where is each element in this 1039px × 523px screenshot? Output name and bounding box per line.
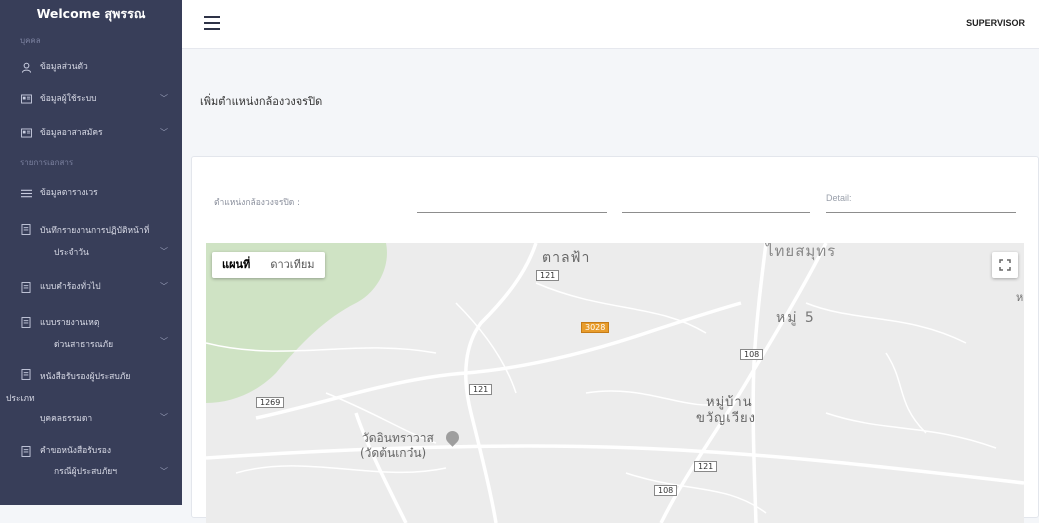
section-label-person: บุคคล: [20, 36, 41, 45]
chevron-down-icon: ﹀: [160, 247, 168, 256]
sidebar-item-schedule[interactable]: ข้อมูลตารางเวร: [0, 178, 182, 208]
sidebar-item-label: บันทึกรายงานการปฏิบัติหน้าที่: [40, 226, 150, 236]
sidebar: Welcome สุพรรณ บุคคล ข้อมูลส่วนตัว ข้อมู…: [0, 0, 182, 505]
id-card-icon: [20, 127, 32, 139]
user-icon: [20, 61, 32, 73]
welcome-text: Welcome สุพรรณ: [36, 6, 146, 21]
map-place-label: ตาลฟ้า: [542, 250, 591, 266]
list-icon: [20, 187, 32, 199]
detail-input[interactable]: [826, 212, 1016, 213]
page-header: เพิ่มตำแหน่งกล้องวงจรปิด: [182, 49, 1039, 150]
sidebar-item-profile[interactable]: ข้อมูลส่วนตัว: [0, 52, 182, 82]
id-card-icon: [20, 93, 32, 105]
chevron-down-icon: ﹀: [160, 413, 168, 422]
sidebar-item-label: แบบคำร้องทั่วไป: [40, 282, 101, 292]
sidebar-item-sublabel: ประจำวัน: [54, 248, 89, 258]
road-shield: 121: [469, 384, 493, 395]
sidebar-item-victim-certificate[interactable]: หนังสือรับรองผู้ประสบภัย ประเภท บุคคลธรร…: [0, 361, 182, 424]
chevron-down-icon: ﹀: [160, 337, 168, 346]
document-icon: [20, 368, 32, 380]
sidebar-item-label: คำขอหนังสือรับรอง: [40, 446, 112, 456]
top-bar: SUPERVISOR: [182, 0, 1039, 49]
map-view[interactable]: ตาลฟ้า ไทยสมุทร หมู่ 5 หมู่บ้าน ขวัญเวีย…: [206, 243, 1024, 523]
road-shield: 1269: [256, 397, 285, 408]
fullscreen-icon: [999, 259, 1011, 271]
sidebar-item-general-request[interactable]: แบบคำร้องทั่วไป ﹀: [0, 269, 182, 305]
document-icon: [20, 316, 32, 328]
page-title: เพิ่มตำแหน่งกล้องวงจรปิด: [200, 95, 323, 108]
sidebar-item-sublabel: กรณีผู้ประสบภัยฯ: [54, 467, 118, 477]
sidebar-item-certificate-request[interactable]: คำขอหนังสือรับรอง กรณีผู้ประสบภัยฯ ﹀: [0, 433, 182, 483]
section-label-docs: รายการเอกสาร: [20, 158, 74, 167]
sidebar-item-label: ข้อมูลตารางเวร: [40, 188, 98, 198]
map-type-satellite-button[interactable]: ดาวเทียม: [260, 252, 324, 278]
map-canvas: [206, 243, 1024, 523]
sidebar-item-label: หนังสือรับรองผู้ประสบภัย: [40, 372, 131, 382]
map-type-control: แผนที่ ดาวเทียม: [212, 252, 325, 278]
sidebar-item-label: แบบรายงานเหตุ: [40, 318, 100, 328]
sidebar-item-label: ข้อมูลส่วนตัว: [40, 62, 88, 72]
map-type-roadmap-button[interactable]: แผนที่: [212, 252, 260, 278]
map-place-label: (วัดต้นเกว๋น): [360, 446, 427, 460]
user-role-label[interactable]: SUPERVISOR: [966, 18, 1025, 28]
map-place-label: หมู่ 5: [776, 310, 816, 326]
sidebar-item-label: ข้อมูลอาสาสมัคร: [40, 128, 103, 138]
detail-label: Detail:: [826, 193, 852, 203]
sidebar-item-disaster-report[interactable]: แบบรายงานเหตุ ด่วนสาธารณภัย ﹀: [0, 309, 182, 351]
sidebar-item-label: ข้อมูลผู้ใช้ระบบ: [40, 94, 97, 104]
road-shield: 108: [740, 349, 764, 360]
chevron-down-icon: ﹀: [160, 128, 168, 137]
chevron-down-icon: ﹀: [160, 94, 168, 103]
fullscreen-button[interactable]: [992, 252, 1018, 278]
sidebar-item-sublabel: บุคคลธรรมดา: [40, 414, 93, 424]
road-shield: 108: [654, 485, 678, 496]
chevron-down-icon: ﹀: [160, 282, 168, 291]
longitude-input[interactable]: [622, 212, 810, 213]
document-icon: [20, 281, 32, 293]
road-shield: 3028: [581, 322, 610, 333]
sidebar-item-sublabel: ด่วนสาธารณภัย: [54, 340, 114, 350]
sidebar-item-label-line2: ประเภท: [6, 394, 35, 404]
sidebar-item-daily-report[interactable]: บันทึกรายงานการปฏิบัติหน้าที่ ประจำวัน ﹀: [0, 216, 182, 263]
form-card: ตำแหน่งกล้องวงจรปิด : Detail: ตาลฟ้า ไทย…: [191, 156, 1039, 523]
road-shield: 121: [536, 270, 560, 281]
map-place-label: ขวัญเวียง: [696, 411, 756, 426]
latitude-input[interactable]: [417, 212, 607, 213]
sidebar-item-volunteers[interactable]: ข้อมูลอาสาสมัคร ﹀: [0, 116, 182, 150]
chevron-down-icon: ﹀: [160, 467, 168, 476]
document-icon: [20, 445, 32, 457]
hamburger-menu-icon[interactable]: [204, 16, 220, 30]
camera-position-label: ตำแหน่งกล้องวงจรปิด :: [214, 198, 300, 208]
map-place-label: ไทยสมุทร: [766, 243, 837, 260]
document-icon: [20, 223, 32, 235]
road-shield: 121: [694, 461, 718, 472]
sidebar-item-system-users[interactable]: ข้อมูลผู้ใช้ระบบ ﹀: [0, 82, 182, 116]
map-place-label: ห: [1016, 291, 1024, 304]
